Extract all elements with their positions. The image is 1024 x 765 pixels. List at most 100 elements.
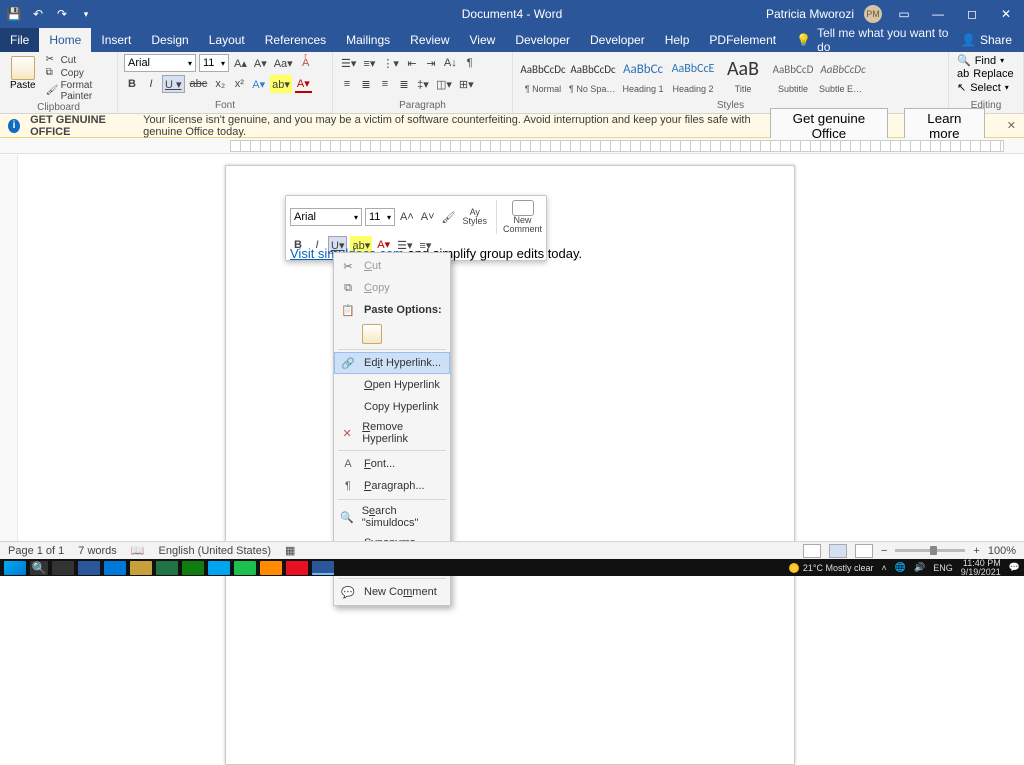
tray-network-icon[interactable]: 🌐 bbox=[895, 562, 906, 573]
highlight-button[interactable]: ab▾ bbox=[270, 75, 292, 93]
font-color-button[interactable]: A▾ bbox=[295, 75, 312, 93]
language-indicator[interactable]: English (United States) bbox=[159, 545, 272, 557]
subscript-button[interactable]: x₂ bbox=[212, 75, 228, 93]
vertical-ruler[interactable] bbox=[0, 155, 18, 541]
show-hide-button[interactable]: ¶ bbox=[462, 54, 478, 72]
clear-formatting-button[interactable]: Aͬ bbox=[298, 54, 314, 72]
decrease-indent-button[interactable]: ⇤ bbox=[404, 54, 420, 72]
taskbar-app-6[interactable] bbox=[208, 561, 230, 575]
mini-font-combo[interactable]: Arial▾ bbox=[290, 208, 362, 226]
close-icon[interactable]: ✕ bbox=[994, 7, 1018, 21]
taskbar-app-7[interactable] bbox=[234, 561, 256, 575]
cut-button[interactable]: ✂Cut bbox=[44, 54, 111, 66]
ctx-edit-hyperlink[interactable]: 🔗Edit Hyperlink... bbox=[334, 352, 450, 374]
borders-button[interactable]: ⊞▾ bbox=[457, 75, 476, 93]
copy-button[interactable]: ⧉Copy bbox=[44, 67, 111, 79]
tab-review[interactable]: Review bbox=[400, 28, 459, 52]
underline-button[interactable]: U ▾ bbox=[162, 75, 185, 93]
text-effects-button[interactable]: A▾ bbox=[250, 75, 267, 93]
taskbar-app-9[interactable] bbox=[286, 561, 308, 575]
mini-styles[interactable]: AyStyles bbox=[461, 208, 490, 226]
multilevel-button[interactable]: ⋮▾ bbox=[380, 54, 401, 72]
taskbar-app-5[interactable] bbox=[182, 561, 204, 575]
style-heading1[interactable]: AaBbCcHeading 1 bbox=[619, 54, 667, 94]
tab-pdfelement[interactable]: PDFelement bbox=[699, 28, 786, 52]
macro-icon[interactable]: ▦ bbox=[285, 544, 295, 557]
ctx-copy-hyperlink[interactable]: Copy Hyperlink bbox=[334, 396, 450, 418]
zoom-level[interactable]: 100% bbox=[988, 545, 1016, 557]
line-spacing-button[interactable]: ‡▾ bbox=[415, 75, 431, 93]
sort-button[interactable]: A↓ bbox=[442, 54, 459, 72]
ctx-paragraph[interactable]: ¶Paragraph... bbox=[334, 475, 450, 497]
tab-references[interactable]: References bbox=[255, 28, 336, 52]
mini-shrink-font[interactable]: A˅ bbox=[419, 208, 437, 226]
taskbar-app-1[interactable] bbox=[78, 561, 100, 575]
tab-file[interactable]: File bbox=[0, 28, 39, 52]
style-subtitle[interactable]: AaBbCcDSubtitle bbox=[769, 54, 817, 94]
weather-widget[interactable]: 21°C Mostly clear bbox=[789, 563, 874, 573]
bold-button[interactable]: B bbox=[124, 75, 140, 93]
justify-button[interactable]: ≣ bbox=[396, 75, 412, 93]
zoom-in-button[interactable]: + bbox=[973, 545, 979, 557]
styles-gallery[interactable]: AaBbCcDc¶ Normal AaBbCcDc¶ No Spac... Aa… bbox=[519, 54, 867, 94]
taskbar-app-3[interactable] bbox=[130, 561, 152, 575]
redo-icon[interactable]: ↷ bbox=[54, 6, 70, 22]
replace-button[interactable]: abReplace bbox=[955, 68, 1016, 80]
tab-mailings[interactable]: Mailings bbox=[336, 28, 400, 52]
word-count[interactable]: 7 words bbox=[78, 545, 117, 557]
numbering-button[interactable]: ≡▾ bbox=[361, 54, 377, 72]
taskbar-search[interactable]: 🔍 bbox=[30, 561, 48, 575]
ctx-font[interactable]: AFont... bbox=[334, 453, 450, 475]
bullets-button[interactable]: ☰▾ bbox=[339, 54, 358, 72]
paste-button[interactable]: Paste bbox=[6, 54, 40, 93]
superscript-button[interactable]: x² bbox=[231, 75, 247, 93]
increase-indent-button[interactable]: ⇥ bbox=[423, 54, 439, 72]
format-painter-button[interactable]: 🖌Format Painter bbox=[44, 80, 111, 102]
align-center-button[interactable]: ≣ bbox=[358, 75, 374, 93]
horizontal-ruler[interactable] bbox=[0, 138, 1024, 154]
tab-developer-2[interactable]: Developer bbox=[580, 28, 655, 52]
read-mode-button[interactable] bbox=[803, 544, 821, 558]
spellcheck-icon[interactable]: 📖 bbox=[131, 544, 145, 557]
tab-home[interactable]: Home bbox=[39, 28, 91, 52]
shrink-font-button[interactable]: A▾ bbox=[252, 54, 269, 72]
tab-design[interactable]: Design bbox=[141, 28, 198, 52]
ctx-remove-hyperlink[interactable]: ✕Remove Hyperlink bbox=[334, 418, 450, 448]
tab-developer[interactable]: Developer bbox=[505, 28, 580, 52]
tray-volume-icon[interactable]: 🔊 bbox=[914, 562, 925, 573]
find-button[interactable]: 🔍Find▾ bbox=[955, 54, 1016, 67]
italic-button[interactable]: I bbox=[143, 75, 159, 93]
tab-insert[interactable]: Insert bbox=[91, 28, 141, 52]
share-button[interactable]: 👤 Share bbox=[949, 28, 1024, 52]
tell-me-search[interactable]: 💡 Tell me what you want to do bbox=[796, 28, 949, 52]
ctx-paste-keep-source[interactable] bbox=[334, 321, 450, 347]
style-nospacing[interactable]: AaBbCcDc¶ No Spac... bbox=[569, 54, 617, 94]
zoom-slider[interactable] bbox=[895, 549, 965, 552]
shading-button[interactable]: ◫▾ bbox=[434, 75, 454, 93]
taskbar-app-2[interactable] bbox=[104, 561, 126, 575]
style-title[interactable]: AaBTitle bbox=[719, 54, 767, 94]
save-icon[interactable]: 💾 bbox=[6, 6, 22, 22]
tab-layout[interactable]: Layout bbox=[199, 28, 255, 52]
font-size-combo[interactable]: 11▾ bbox=[199, 54, 229, 72]
style-normal[interactable]: AaBbCcDc¶ Normal bbox=[519, 54, 567, 94]
qat-more-icon[interactable]: ▾ bbox=[78, 6, 94, 22]
ctx-open-hyperlink[interactable]: Open Hyperlink bbox=[334, 374, 450, 396]
task-view-button[interactable] bbox=[52, 561, 74, 575]
tray-language[interactable]: ENG bbox=[933, 563, 953, 573]
tray-chevron-icon[interactable]: ˄ bbox=[882, 563, 887, 573]
page-indicator[interactable]: Page 1 of 1 bbox=[8, 545, 64, 557]
banner-close-icon[interactable]: ✕ bbox=[1007, 119, 1016, 132]
mini-new-comment[interactable]: NewComment bbox=[496, 200, 542, 234]
style-heading2[interactable]: AaBbCcEHeading 2 bbox=[669, 54, 717, 94]
ctx-cut[interactable]: ✂Cut bbox=[334, 255, 450, 277]
strikethrough-button[interactable]: abc bbox=[188, 75, 210, 93]
tab-help[interactable]: Help bbox=[655, 28, 700, 52]
user-name[interactable]: Patricia Mworozi bbox=[766, 7, 854, 21]
align-left-button[interactable]: ≡ bbox=[339, 75, 355, 93]
taskbar-app-4[interactable] bbox=[156, 561, 178, 575]
start-button[interactable] bbox=[4, 561, 26, 575]
mini-grow-font[interactable]: A˄ bbox=[398, 208, 416, 226]
grow-font-button[interactable]: A▴ bbox=[232, 54, 249, 72]
taskbar-word[interactable] bbox=[312, 561, 334, 575]
